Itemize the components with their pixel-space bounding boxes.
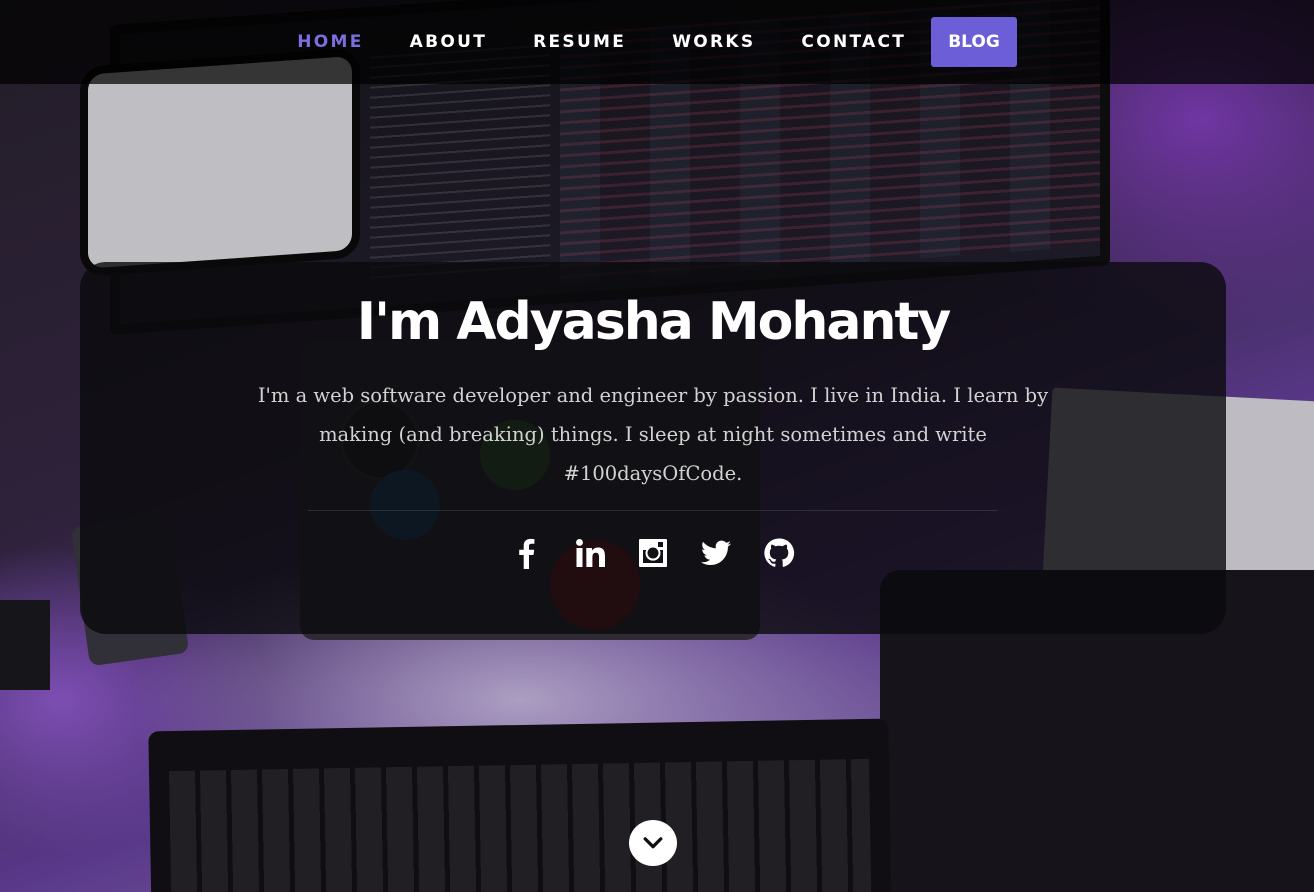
nav-menu: HOME ABOUT RESUME WORKS CONTACT BLOG (274, 17, 1040, 67)
linkedin-link[interactable] (559, 537, 622, 573)
nav-about-link[interactable]: ABOUT (410, 32, 487, 52)
blog-button[interactable]: BLOG (931, 17, 1017, 67)
social-links (80, 537, 1226, 573)
twitter-link[interactable] (685, 537, 748, 573)
instagram-link[interactable] (622, 537, 685, 573)
nav-home-link[interactable]: HOME (297, 32, 363, 52)
main-navbar: HOME ABOUT RESUME WORKS CONTACT BLOG (0, 0, 1314, 84)
instagram-icon (639, 539, 667, 567)
scroll-down-button[interactable] (629, 820, 677, 866)
bio-text: I'm a web software developer and enginee… (257, 384, 1049, 485)
nav-contact-link[interactable]: CONTACT (801, 32, 906, 52)
divider (308, 510, 998, 511)
twitter-icon (701, 540, 731, 565)
nav-resume-link[interactable]: RESUME (533, 32, 626, 52)
facebook-link[interactable] (496, 537, 559, 573)
nav-works-link[interactable]: WORKS (672, 32, 755, 52)
github-link[interactable] (748, 537, 811, 573)
chevron-down-icon (643, 837, 663, 849)
linkedin-icon (576, 539, 605, 567)
github-icon (764, 538, 795, 567)
page-title: I'm Adyasha Mohanty (356, 292, 952, 352)
intro-card: I'm Adyasha Mohanty I'm a web software d… (80, 262, 1226, 634)
facebook-icon (519, 538, 535, 569)
